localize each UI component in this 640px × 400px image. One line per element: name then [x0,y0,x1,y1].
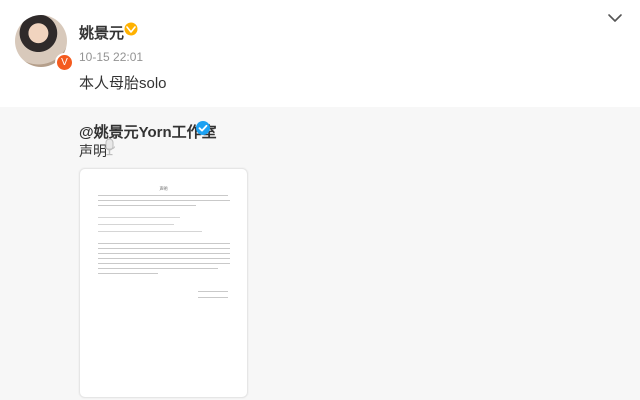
chevron-down-icon[interactable] [607,12,623,24]
post-card: V 姚景元 10-15 22:01 本人母胎solo [0,0,640,106]
microphone-icon [104,138,115,156]
document-text-line [98,248,230,249]
post-time[interactable]: 10-15 22:01 [79,50,143,64]
document-date-line [198,297,228,298]
document-image[interactable]: 声明 [79,168,248,398]
document-text-line [98,224,174,225]
post-text: 本人母胎solo [79,75,167,92]
document-text-line [98,258,230,259]
document-text-line [98,243,230,244]
verified-icon [196,121,210,135]
document-text-line [98,263,230,264]
author-name[interactable]: 姚景元 [79,22,124,43]
document-text-line [98,253,230,254]
document-text-line [98,268,218,269]
verified-badge-icon: V [55,53,74,72]
document-text-line [98,231,202,232]
document-signature-line [198,291,228,292]
document-text-line [98,195,228,196]
document-text-line [98,200,230,201]
document-text-line [98,217,180,218]
document-text-line [98,205,196,206]
document-title: 声明 [159,186,168,191]
vip-badge-icon [124,22,138,36]
document-text-line [98,273,158,274]
